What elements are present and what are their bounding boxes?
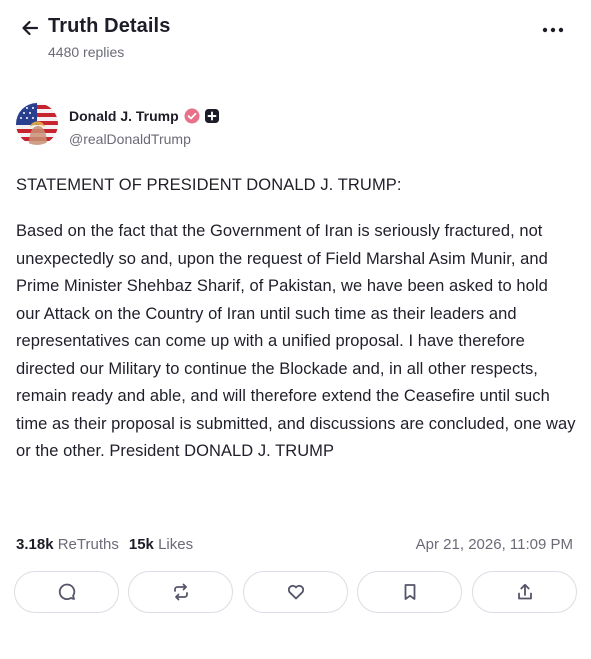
likes-stat[interactable]: 15k Likes — [129, 536, 193, 553]
comment-icon — [58, 583, 75, 600]
more-options-button[interactable] — [539, 18, 567, 42]
page-title: Truth Details — [48, 15, 171, 37]
retruths-label: ReTruths — [57, 536, 119, 553]
plus-badge-icon — [205, 109, 219, 123]
repost-icon — [173, 583, 188, 601]
author-name[interactable]: Donald J. Trump — [69, 108, 179, 124]
like-button[interactable] — [243, 571, 348, 613]
arrow-left-icon — [22, 20, 39, 36]
back-button[interactable] — [16, 14, 44, 42]
likes-label: Likes — [158, 536, 194, 553]
post-stats: 3.18k ReTruths 15k Likes — [16, 536, 193, 553]
post-heading: STATEMENT OF PRESIDENT DONALD J. TRUMP: — [16, 176, 402, 194]
reply-button[interactable] — [14, 571, 119, 613]
retruth-button[interactable] — [128, 571, 233, 613]
share-icon — [517, 583, 532, 600]
avatar[interactable] — [16, 103, 58, 145]
post-timestamp: Apr 21, 2026, 11:09 PM — [415, 536, 573, 553]
retruths-count: 3.18k — [16, 536, 54, 553]
retruths-stat[interactable]: 3.18k ReTruths — [16, 536, 119, 553]
more-horizontal-icon — [542, 27, 564, 33]
heart-icon — [287, 584, 304, 600]
bookmark-button[interactable] — [357, 571, 462, 613]
action-bar — [14, 571, 577, 613]
page-header: Truth Details 4480 replies — [0, 0, 591, 78]
author-handle[interactable]: @realDonaldTrump — [69, 131, 191, 147]
share-button[interactable] — [472, 571, 577, 613]
reply-count: 4480 replies — [48, 44, 125, 60]
likes-count: 15k — [128, 536, 154, 553]
post-body: Based on the fact that the Government of… — [16, 222, 576, 460]
bookmark-icon — [404, 584, 415, 600]
verified-badge-icon — [184, 108, 200, 124]
